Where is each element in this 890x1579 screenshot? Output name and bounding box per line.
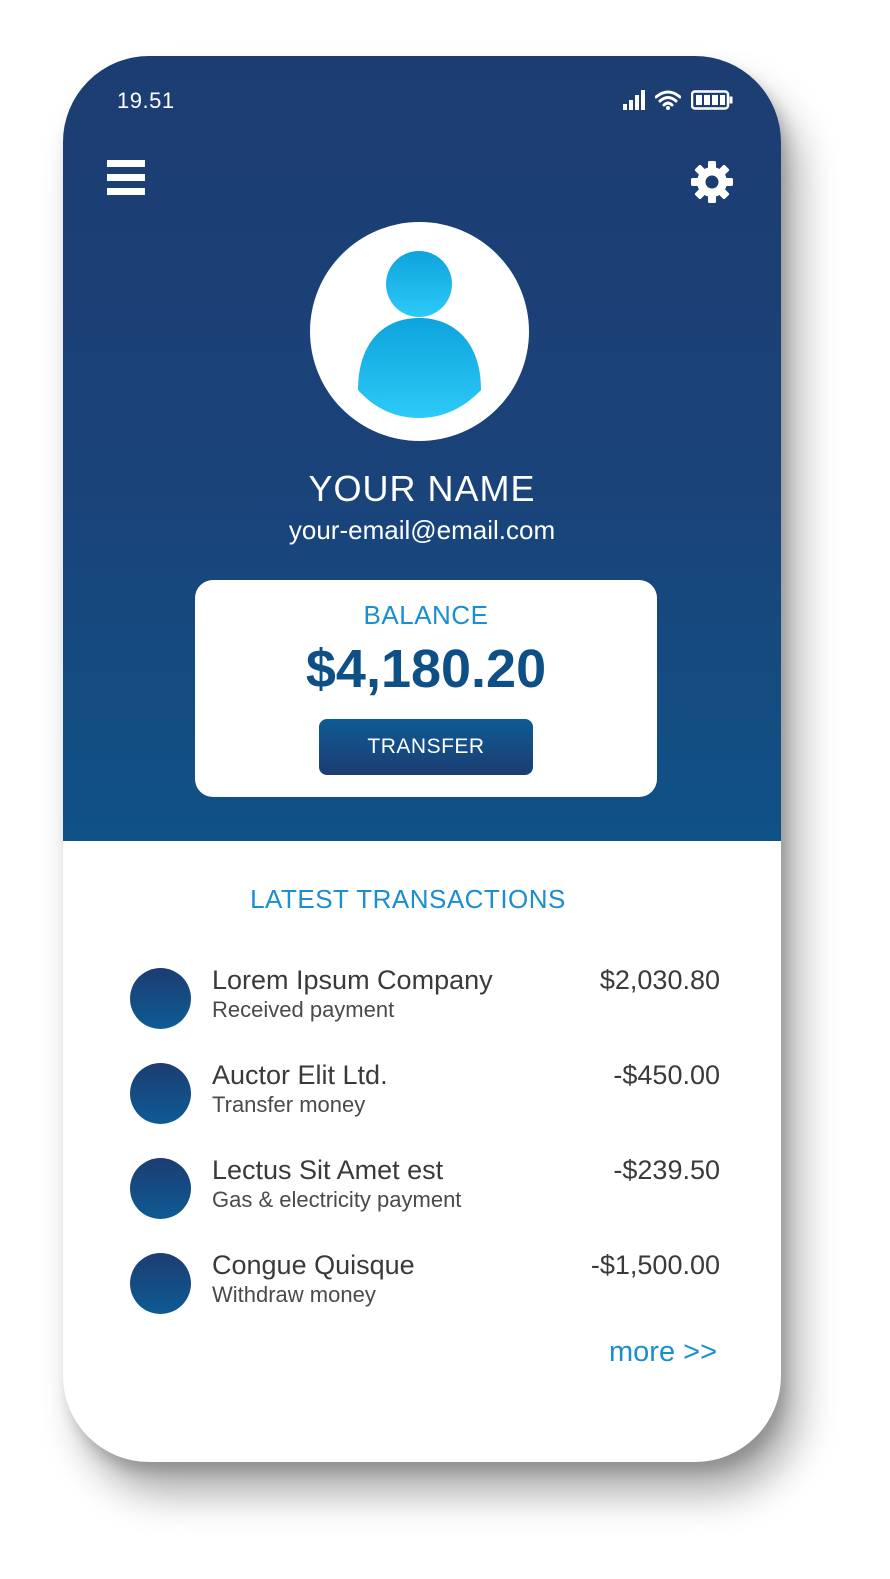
transaction-name: Auctor Elit Ltd. bbox=[212, 1060, 388, 1090]
menu-line-bottom bbox=[107, 188, 145, 195]
transaction-name: Lectus Sit Amet est bbox=[212, 1155, 444, 1185]
wifi-icon bbox=[654, 90, 682, 115]
transaction-row[interactable]: Lorem Ipsum Company Received payment $2,… bbox=[130, 965, 720, 1032]
status-bar: 19.51 bbox=[63, 56, 781, 136]
user-avatar-icon[interactable] bbox=[310, 222, 529, 441]
transaction-avatar bbox=[130, 968, 191, 1029]
profile-header-panel: 19.51 YOUR NAME your-email@email.com BAL… bbox=[63, 56, 781, 841]
menu-line-top bbox=[107, 160, 145, 167]
battery-icon bbox=[690, 90, 733, 115]
transaction-row[interactable]: Congue Quisque Withdraw money -$1,500.00 bbox=[130, 1250, 720, 1317]
phone-frame: 19.51 YOUR NAME your-email@email.com BAL… bbox=[63, 56, 781, 1462]
transaction-amount: -$239.50 bbox=[613, 1155, 720, 1185]
profile-name: YOUR NAME bbox=[308, 468, 536, 509]
transaction-description: Gas & electricity payment bbox=[212, 1187, 462, 1212]
balance-card: BALANCE $4,180.20 TRANSFER bbox=[195, 580, 657, 797]
transaction-row[interactable]: Auctor Elit Ltd. Transfer money -$450.00 bbox=[130, 1060, 720, 1127]
balance-label: BALANCE bbox=[363, 600, 489, 630]
transaction-amount: -$450.00 bbox=[613, 1060, 720, 1090]
balance-amount: $4,180.20 bbox=[305, 639, 547, 699]
status-icons bbox=[623, 90, 733, 115]
transaction-amount: $2,030.80 bbox=[599, 965, 720, 995]
status-time: 19.51 bbox=[117, 88, 175, 113]
transaction-name: Congue Quisque bbox=[212, 1250, 415, 1280]
more-transactions-link[interactable]: more >> bbox=[583, 1336, 717, 1369]
hamburger-menu-icon[interactable] bbox=[107, 160, 145, 202]
transaction-name: Lorem Ipsum Company bbox=[212, 965, 493, 995]
menu-line-middle bbox=[107, 174, 145, 181]
gear-icon[interactable] bbox=[690, 160, 734, 204]
canvas: 19.51 YOUR NAME your-email@email.com BAL… bbox=[0, 0, 890, 1579]
signal-icon bbox=[623, 90, 645, 115]
transaction-amount: -$1,500.00 bbox=[590, 1250, 720, 1280]
transaction-description: Withdraw money bbox=[212, 1282, 376, 1307]
transaction-avatar bbox=[130, 1063, 191, 1124]
transaction-row[interactable]: Lectus Sit Amet est Gas & electricity pa… bbox=[130, 1155, 720, 1222]
transaction-description: Transfer money bbox=[212, 1092, 366, 1117]
transactions-title: LATEST TRANSACTIONS bbox=[250, 884, 566, 914]
transaction-avatar bbox=[130, 1253, 191, 1314]
transaction-description: Received payment bbox=[212, 997, 395, 1022]
transfer-button[interactable]: TRANSFER bbox=[319, 719, 533, 775]
profile-email: your-email@email.com bbox=[288, 515, 556, 545]
transaction-avatar bbox=[130, 1158, 191, 1219]
